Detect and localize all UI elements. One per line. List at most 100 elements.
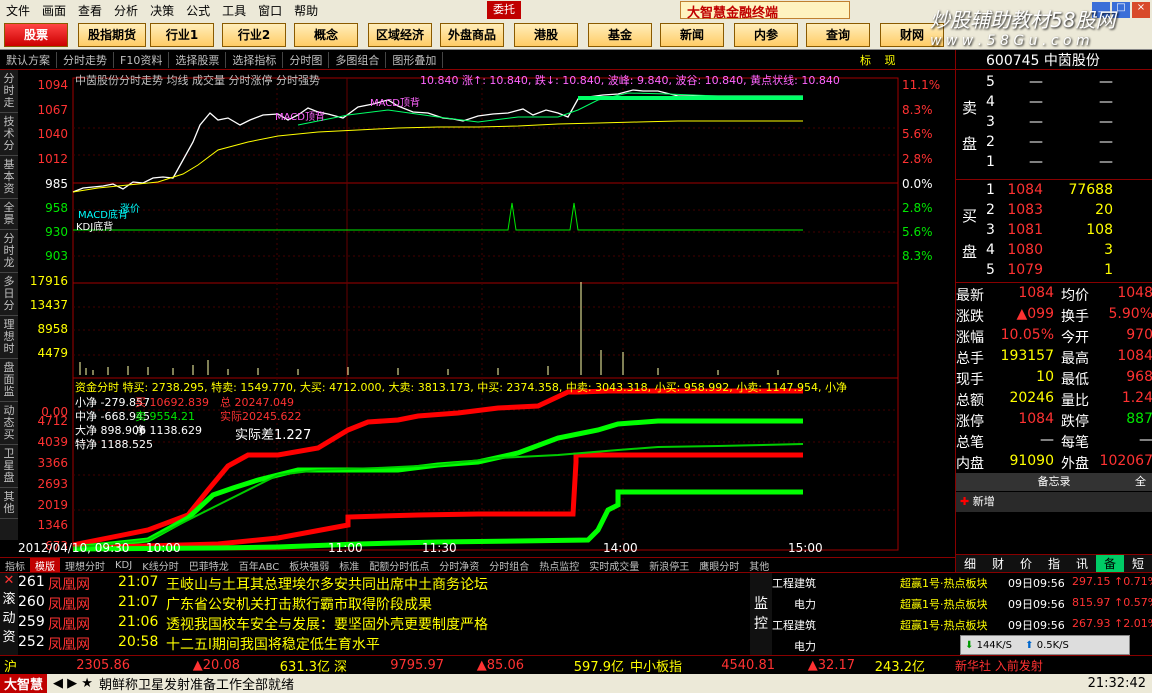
monitor-tag: 超赢1号·热点板块	[900, 619, 988, 632]
volLeft-label-3: 4479	[37, 346, 68, 360]
sellBook-row-0[interactable]: 5 — —	[956, 74, 1152, 95]
stat-row-8: 内盘 91090 外盘 102067	[956, 452, 1152, 473]
toolbar-button-5[interactable]: 区域经济	[368, 23, 432, 47]
side-tab-3[interactable]: 指	[1040, 555, 1068, 572]
vtab-1[interactable]: 技术分	[0, 113, 18, 156]
menu-item-6[interactable]: 工具	[216, 2, 252, 19]
vtab-3[interactable]: 全景	[0, 199, 18, 230]
indicator-tab-13[interactable]: 实时成交量	[584, 558, 644, 573]
indicator-tab-15[interactable]: 鹰眼分时	[694, 558, 744, 573]
vtab-10[interactable]: 其他	[0, 488, 18, 519]
subtool-4[interactable]: 选择指标	[226, 51, 284, 68]
menu-item-4[interactable]: 决策	[144, 2, 180, 19]
indicator-tab-1[interactable]: 模版	[30, 557, 60, 573]
indicator-tab-10[interactable]: 分时净资	[434, 558, 484, 573]
menu-item-3[interactable]: 分析	[108, 2, 144, 19]
sellBook-row-3[interactable]: 2 — —	[956, 134, 1152, 155]
stat-5-2: 量比	[1061, 393, 1089, 409]
sellBook-level: 2	[986, 134, 995, 150]
buyBook-row-2[interactable]: 3 1081 108	[956, 222, 1152, 243]
indicator-tab-12[interactable]: 热点监控	[534, 558, 584, 573]
subtool-0[interactable]: 默认方案	[0, 51, 57, 68]
buyBook-row-1[interactable]: 2 1083 20	[956, 202, 1152, 223]
trade-button[interactable]: 委托	[487, 1, 521, 19]
toolbar-button-8[interactable]: 基金	[588, 23, 652, 47]
subtool-5[interactable]: 分时图	[283, 51, 330, 68]
subtool-1[interactable]: 分时走势	[57, 51, 114, 68]
memo-all-button[interactable]: 全	[1135, 473, 1146, 489]
toolbar-button-6[interactable]: 外盘商品	[440, 23, 504, 47]
subtool-3[interactable]: 选择股票	[169, 51, 227, 68]
toolbar-button-2[interactable]: 行业1	[150, 23, 214, 47]
vtab-8[interactable]: 动态买	[0, 402, 18, 445]
side-tab-6[interactable]: 短	[1124, 555, 1152, 572]
sellBook-row-1[interactable]: 4 — —	[956, 94, 1152, 115]
clock: 21:32:42	[1087, 676, 1146, 691]
priceLeft-label-3: 1012	[37, 152, 68, 166]
vtab-0[interactable]: 分时走	[0, 70, 18, 113]
vtab-6[interactable]: 理想时	[0, 316, 18, 359]
sellBook-row-4[interactable]: 1 — —	[956, 154, 1152, 175]
vtab-7[interactable]: 盘面监	[0, 359, 18, 402]
toolbar-button-4[interactable]: 概念	[294, 23, 358, 47]
subtool-2[interactable]: F10资料	[114, 51, 170, 68]
toolbar-button-9[interactable]: 新闻	[660, 23, 724, 47]
price-right-label-7: 8.3%	[902, 249, 933, 263]
buyBook-row-4[interactable]: 5 1079 1	[956, 262, 1152, 283]
indicator-tab-8[interactable]: 标准	[334, 558, 364, 573]
side-tab-1[interactable]: 财	[984, 555, 1012, 572]
indicator-tab-7[interactable]: 板块强弱	[284, 558, 334, 573]
close-icon[interactable]: ✕	[0, 573, 18, 588]
buyBook-volume: 77688	[1068, 182, 1113, 198]
toolbar-button-11[interactable]: 查询	[806, 23, 870, 47]
menu-item-1[interactable]: 画面	[36, 2, 72, 19]
vtab-9[interactable]: 卫星盘	[0, 445, 18, 488]
sz-index[interactable]: 9795.97	[354, 658, 444, 673]
toolbar-button-0[interactable]: 股票	[4, 23, 68, 47]
indicator-tab-4[interactable]: K线分时	[137, 558, 184, 573]
sh-index[interactable]: 2305.86	[20, 658, 130, 673]
tab-mark[interactable]: 标	[860, 54, 871, 67]
vtab-4[interactable]: 分时龙	[0, 230, 18, 273]
side-tab-4[interactable]: 讯	[1068, 555, 1096, 572]
time-axis: 2012/04/10, 09:30 10:00 11:00 11:30 14:00 15:…	[18, 541, 918, 556]
sellBook-row-2[interactable]: 3 — —	[956, 114, 1152, 135]
logo[interactable]: 大智慧	[0, 674, 48, 693]
sellBook-price: —	[1029, 74, 1043, 90]
menu-item-7[interactable]: 窗口	[252, 2, 288, 19]
memo-add-button[interactable]: ✚ 新增	[956, 492, 1152, 512]
sz-amount: 597.9亿	[573, 659, 624, 675]
side-tab-5[interactable]: 备	[1096, 555, 1124, 572]
stat-row-3: 总手 193157 最高 1084	[956, 347, 1152, 368]
buyBook-row-3[interactable]: 4 1080 3	[956, 242, 1152, 263]
side-tab-0[interactable]: 细	[956, 555, 984, 572]
indicator-tab-2[interactable]: 理想分时	[60, 558, 110, 573]
news-side-3: 资	[2, 630, 16, 645]
indicator-tab-3[interactable]: KDJ	[110, 560, 137, 571]
menu-item-0[interactable]: 文件	[0, 2, 36, 19]
side-tab-2[interactable]: 价	[1012, 555, 1040, 572]
toolbar-button-3[interactable]: 行业2	[222, 23, 286, 47]
sme-index[interactable]: 4540.81	[700, 658, 775, 673]
menu-item-5[interactable]: 公式	[180, 2, 216, 19]
indicator-tab-5[interactable]: 巴菲特龙	[184, 558, 234, 573]
indicator-tab-14[interactable]: 新浪停王	[644, 558, 694, 573]
subtool-7[interactable]: 图形叠加	[386, 51, 444, 68]
menu-item-2[interactable]: 查看	[72, 2, 108, 19]
tab-current[interactable]: 现	[885, 54, 896, 67]
toolbar-button-1[interactable]: 股指期货	[78, 23, 146, 47]
toolbar-button-7[interactable]: 港股	[514, 23, 578, 47]
indicator-tab-6[interactable]: 百年ABC	[234, 558, 285, 573]
toolbar-button-10[interactable]: 内参	[734, 23, 798, 47]
vtab-5[interactable]: 多日分	[0, 273, 18, 316]
buyBook-row-0[interactable]: 1 1084 77688	[956, 182, 1152, 203]
indicator-tab-0[interactable]: 指标	[0, 558, 30, 573]
vtab-2[interactable]: 基本资	[0, 156, 18, 199]
news-src: 凤凰网	[48, 637, 90, 653]
indicator-tab-11[interactable]: 分时组合	[484, 558, 534, 573]
menu-item-8[interactable]: 帮助	[288, 2, 324, 19]
indicator-tab-16[interactable]: 其他	[744, 558, 774, 573]
indicator-tab-9[interactable]: 配额分时低点	[364, 558, 434, 573]
nav-arrows-icon[interactable]: ◀ ▶ ★	[53, 676, 93, 691]
subtool-6[interactable]: 多图组合	[329, 51, 387, 68]
